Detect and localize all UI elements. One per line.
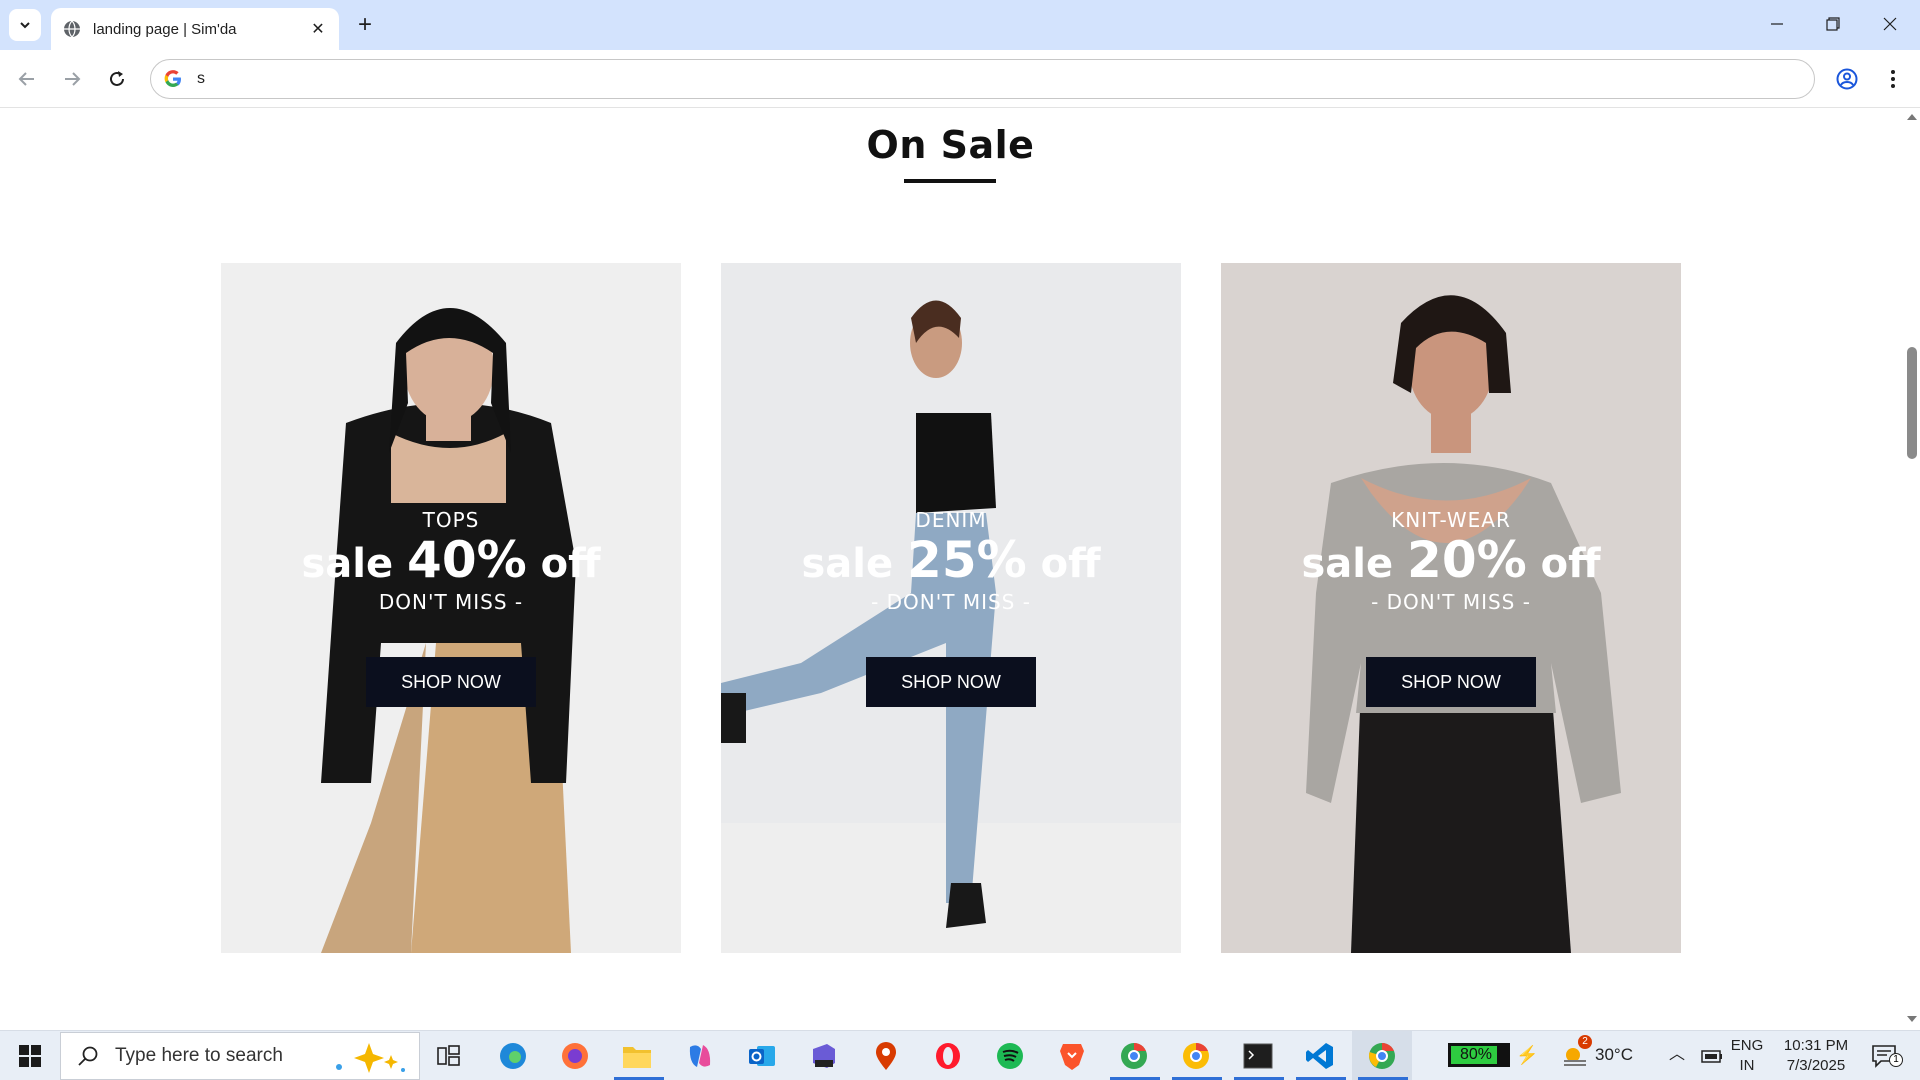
vscode-icon[interactable] [1303,1039,1337,1073]
card-category: TOPS [422,508,480,532]
battery-percent: 80% [1459,1046,1493,1063]
opera-icon[interactable] [931,1039,965,1073]
sale-card-knitwear: KNIT-WEAR sale 20% off - DON'T MISS - SH… [1221,263,1681,953]
language-code: ENG [1730,1037,1764,1054]
web-page: On Sale TOPS sale 40% off DON'T MISS - S… [0,108,1904,1030]
back-icon[interactable] [10,62,44,96]
windows-taskbar: Type here to search 80% ⚡ 2 30°C ︿ ENG I… [0,1030,1920,1080]
sale-card-tops: TOPS sale 40% off DON'T MISS - SHOP NOW [221,263,681,953]
notification-icon[interactable]: 1 [1867,1039,1903,1073]
shop-now-button[interactable]: SHOP NOW [366,657,536,707]
reload-icon[interactable] [100,62,134,96]
power-plug-icon: ⚡ [1516,1045,1539,1065]
scroll-up-arrow-icon[interactable] [1907,114,1917,120]
card-tagline: - DON'T MISS - [1371,590,1531,614]
address-input-value[interactable]: s [197,70,205,88]
maps-icon[interactable] [869,1039,903,1073]
temperature-text[interactable]: 30°C [1595,1045,1633,1065]
menu-icon[interactable] [1876,62,1910,96]
section-title: On Sale [866,123,1035,167]
scrollbar-thumb[interactable] [1907,347,1917,459]
weather-badge: 2 [1578,1035,1592,1049]
task-view-icon[interactable] [432,1039,466,1073]
browser-tab-active[interactable]: landing page | Sim'da ✕ [51,8,339,50]
outlook-icon[interactable] [745,1039,779,1073]
tab-list-button[interactable] [9,9,41,41]
minimize-icon[interactable] [1749,0,1805,48]
network-icon[interactable] [1695,1039,1729,1073]
taskbar-search-box[interactable]: Type here to search [60,1032,420,1080]
m365-icon[interactable] [807,1039,841,1073]
tab-title: landing page | Sim'da [93,20,237,38]
sale-suffix: off [540,541,601,587]
terminal-icon[interactable] [1241,1039,1275,1073]
address-bar[interactable]: s [150,59,1815,99]
chrome-icon[interactable] [1179,1039,1213,1073]
search-placeholder: Type here to search [115,1045,283,1066]
card-sale-text: sale 25% off [721,531,1181,589]
firefox-icon[interactable] [558,1039,592,1073]
sale-card-denim: DENIM sale 25% off - DON'T MISS - SHOP N… [721,263,1181,953]
windows-start-icon[interactable] [13,1039,47,1073]
chrome-icon[interactable] [1365,1039,1399,1073]
brave-icon[interactable] [1055,1039,1089,1073]
sale-prefix: sale [1301,541,1394,587]
file-explorer-icon[interactable] [620,1039,654,1073]
window-close-icon[interactable] [1862,0,1918,48]
browser-toolbar: s [0,50,1920,108]
sale-percent: 25% [907,531,1027,589]
forward-icon[interactable] [55,62,89,96]
title-underline [904,179,996,183]
weather-icon[interactable]: 2 [1558,1035,1592,1073]
card-tagline: - DON'T MISS - [871,590,1031,614]
show-hidden-icons-icon[interactable]: ︿ [1669,1045,1685,1065]
region-code: IN [1739,1057,1755,1074]
google-icon [164,70,181,87]
profile-icon[interactable] [1830,62,1864,96]
card-tagline: DON'T MISS - [378,590,524,614]
browser-titlebar: landing page | Sim'da ✕ + [0,0,1920,50]
chrome-icon[interactable] [1117,1039,1151,1073]
close-icon[interactable]: ✕ [305,16,331,42]
clock-time: 10:31 PM [1783,1037,1849,1054]
page-scrollbar[interactable] [1904,108,1920,1030]
spotify-icon[interactable] [993,1039,1027,1073]
clock[interactable]: 10:31 PM 7/3/2025 [1776,1036,1856,1076]
globe-icon [64,20,80,38]
sale-percent: 20% [1407,531,1527,589]
card-sale-text: sale 40% off [221,531,681,589]
edge-icon[interactable] [496,1039,530,1073]
card-category: DENIM [915,508,987,532]
chevron-down-icon [20,22,30,29]
battery-icon[interactable]: 80% [1448,1043,1510,1067]
sale-suffix: off [1040,541,1101,587]
card-sale-text: sale 20% off [1221,531,1681,589]
sale-percent: 40% [407,531,527,589]
copilot-icon[interactable] [683,1039,717,1073]
scroll-down-arrow-icon[interactable] [1907,1016,1917,1022]
sale-prefix: sale [801,541,894,587]
search-icon [78,1046,98,1066]
shop-now-button[interactable]: SHOP NOW [1366,657,1536,707]
sale-suffix: off [1540,541,1601,587]
copilot-sparkle-icon [336,1043,405,1073]
language-indicator[interactable]: ENG IN [1728,1036,1766,1076]
maximize-icon[interactable] [1805,0,1861,48]
shop-now-button[interactable]: SHOP NOW [866,657,1036,707]
new-tab-icon[interactable]: + [351,11,379,39]
card-category: KNIT-WEAR [1391,508,1511,532]
clock-date: 7/3/2025 [1786,1057,1846,1074]
sale-prefix: sale [301,541,394,587]
notification-count: 1 [1889,1053,1903,1067]
